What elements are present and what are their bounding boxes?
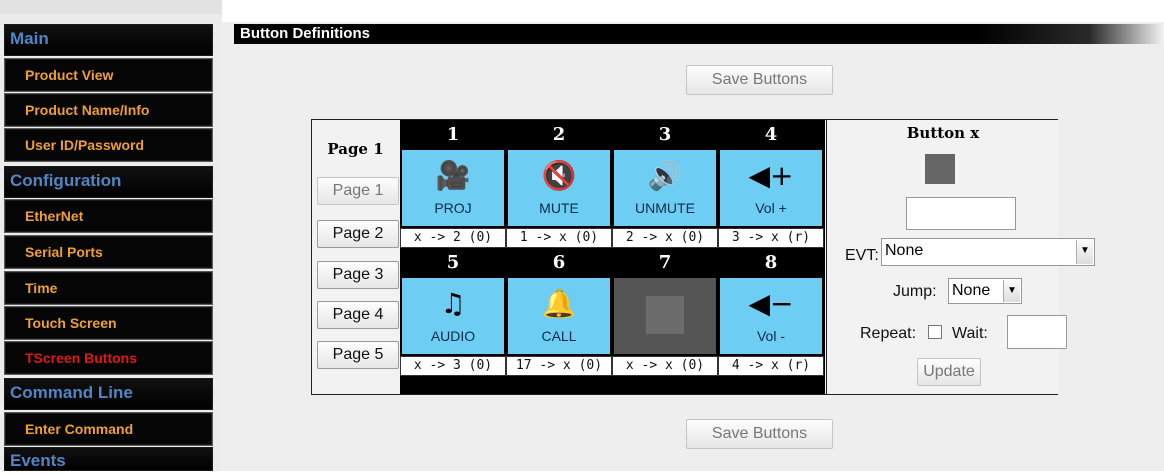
button-event-1: x -> 2 (0): [400, 228, 506, 248]
main-content: Button Definitions Save Buttons Page 1 P…: [222, 0, 1164, 471]
button-number-1: 1: [400, 120, 506, 150]
page-4-button[interactable]: Page 4: [317, 301, 399, 329]
page-1-button[interactable]: Page 1: [317, 177, 399, 205]
sidebar-item-label: Enter Command: [25, 421, 134, 437]
page-title: Button Definitions: [234, 24, 1164, 44]
sidebar-section-label: Configuration: [10, 171, 122, 190]
sidebar-item-label: TScreen Buttons: [25, 350, 138, 366]
sidebar-item-serial-ports[interactable]: Serial Ports: [4, 235, 213, 269]
current-page-label: Page 1: [327, 140, 384, 158]
empty-placeholder-square: [646, 296, 684, 334]
bell-icon: 🔔: [541, 287, 577, 320]
mute-icon: 🔇: [541, 159, 577, 192]
touch-button-3[interactable]: 🔊 UNMUTE: [614, 150, 716, 226]
sidebar-item-label: Serial Ports: [25, 244, 103, 260]
sidebar-item-label: User ID/Password: [25, 137, 145, 153]
repeat-label: Repeat:: [860, 325, 917, 342]
touch-button-7-empty[interactable]: [614, 278, 716, 354]
sidebar-section-command-line[interactable]: Command Line: [4, 378, 213, 410]
page-5-button[interactable]: Page 5: [317, 341, 399, 369]
touch-button-2[interactable]: 🔇 MUTE: [508, 150, 610, 226]
button-event-6: 17 -> x (0): [506, 356, 612, 376]
button-event-8: 4 -> x (r): [718, 356, 824, 376]
jump-label: Jump:: [893, 283, 937, 300]
evt-label: EVT:: [845, 247, 879, 264]
touch-button-1[interactable]: 🎥 PROJ: [402, 150, 504, 226]
sidebar-section-configuration[interactable]: Configuration: [4, 166, 213, 198]
evt-selected-value: None: [885, 242, 924, 259]
save-buttons-top-button[interactable]: Save Buttons: [686, 65, 833, 95]
chevron-down-icon: ▼: [1003, 280, 1020, 302]
unmute-icon: 🔊: [647, 159, 683, 192]
sidebar-top-gap: [0, 0, 222, 14]
button-label-input[interactable]: [906, 197, 1016, 230]
sidebar-section-events[interactable]: Events: [4, 447, 213, 471]
touch-button-label: MUTE: [539, 200, 579, 216]
button-event-4: 3 -> x (r): [718, 228, 824, 248]
page-3-button[interactable]: Page 3: [317, 261, 399, 289]
sidebar-item-label: Product View: [25, 67, 114, 83]
sidebar-item-touch-screen[interactable]: Touch Screen: [4, 306, 213, 340]
projector-icon: 🎥: [435, 159, 471, 192]
sidebar-item-label: Touch Screen: [25, 315, 117, 331]
save-buttons-bottom-button[interactable]: Save Buttons: [686, 419, 833, 449]
button-number-2: 2: [506, 120, 612, 150]
sidebar-section-label: Command Line: [10, 383, 133, 402]
button-event-3: 2 -> x (0): [612, 228, 718, 248]
sidebar-item-enter-command[interactable]: Enter Command: [4, 412, 213, 446]
sidebar-section-main[interactable]: Main: [4, 24, 213, 56]
button-grid: 1 2 3 4 🎥 PROJ 🔇 MUTE 🔊 UNMUTE ◀+ Vol +: [400, 120, 825, 394]
chevron-down-icon: ▼: [1076, 240, 1093, 264]
sidebar-section-label: Events: [10, 451, 66, 470]
button-color-preview[interactable]: [925, 154, 955, 184]
touch-button-label: CALL: [541, 328, 577, 344]
button-number-3: 3: [612, 120, 718, 150]
sidebar-nav: Main Product View Product Name/Info User…: [0, 0, 222, 471]
touch-button-label: AUDIO: [430, 328, 476, 344]
touch-button-5[interactable]: ♫ AUDIO: [402, 278, 504, 354]
repeat-checkbox[interactable]: [928, 325, 942, 339]
evt-select[interactable]: None ▼: [881, 238, 1095, 266]
touch-button-label: Vol +: [755, 200, 787, 216]
page-2-button[interactable]: Page 2: [317, 220, 399, 248]
button-event-2: 1 -> x (0): [506, 228, 612, 248]
touch-button-6[interactable]: 🔔 CALL: [508, 278, 610, 354]
sidebar-item-label: Time: [25, 280, 58, 296]
button-number-8: 8: [718, 248, 824, 278]
button-number-6: 6: [506, 248, 612, 278]
update-button[interactable]: Update: [917, 358, 981, 386]
sidebar-item-product-name-info[interactable]: Product Name/Info: [4, 93, 213, 127]
sidebar-item-ethernet[interactable]: EtherNet: [4, 199, 213, 233]
main-top-band: [222, 0, 1164, 22]
jump-select[interactable]: None ▼: [948, 278, 1022, 304]
button-editor-panel: Page 1 Page 1 Page 2 Page 3 Page 4 Page …: [311, 119, 1095, 395]
sidebar-item-label: Product Name/Info: [25, 102, 150, 118]
wait-input[interactable]: [1007, 315, 1067, 349]
button-event-7: x -> x (0): [612, 356, 718, 376]
touch-button-8[interactable]: ◀− Vol -: [720, 278, 822, 354]
music-note-icon: ♫: [440, 287, 466, 320]
touch-button-label: PROJ: [434, 200, 472, 216]
touch-button-4[interactable]: ◀+ Vol +: [720, 150, 822, 226]
volume-up-icon: ◀+: [748, 159, 794, 192]
sidebar-section-label: Main: [10, 29, 49, 48]
editor-title: Button x: [906, 124, 980, 142]
button-event-5: x -> 3 (0): [400, 356, 506, 376]
jump-selected-value: None: [952, 282, 991, 299]
button-number-4: 4: [718, 120, 824, 150]
page-selector: Page 1 Page 1 Page 2 Page 3 Page 4 Page …: [312, 120, 399, 394]
sidebar-item-product-view[interactable]: Product View: [4, 58, 213, 92]
sidebar-item-user-id-password[interactable]: User ID/Password: [4, 128, 213, 162]
touch-button-label: Vol -: [756, 328, 785, 344]
wait-label: Wait:: [952, 325, 988, 342]
sidebar-item-time[interactable]: Time: [4, 271, 213, 305]
sidebar-item-tscreen-buttons[interactable]: TScreen Buttons: [4, 341, 213, 375]
button-number-7: 7: [612, 248, 718, 278]
button-number-5: 5: [400, 248, 506, 278]
touch-button-label: UNMUTE: [635, 200, 695, 216]
button-properties-editor: Button x EVT: None ▼ Jump: None ▼ Repeat…: [826, 120, 1095, 394]
sidebar-item-label: EtherNet: [25, 208, 84, 224]
volume-down-icon: ◀−: [748, 287, 794, 320]
